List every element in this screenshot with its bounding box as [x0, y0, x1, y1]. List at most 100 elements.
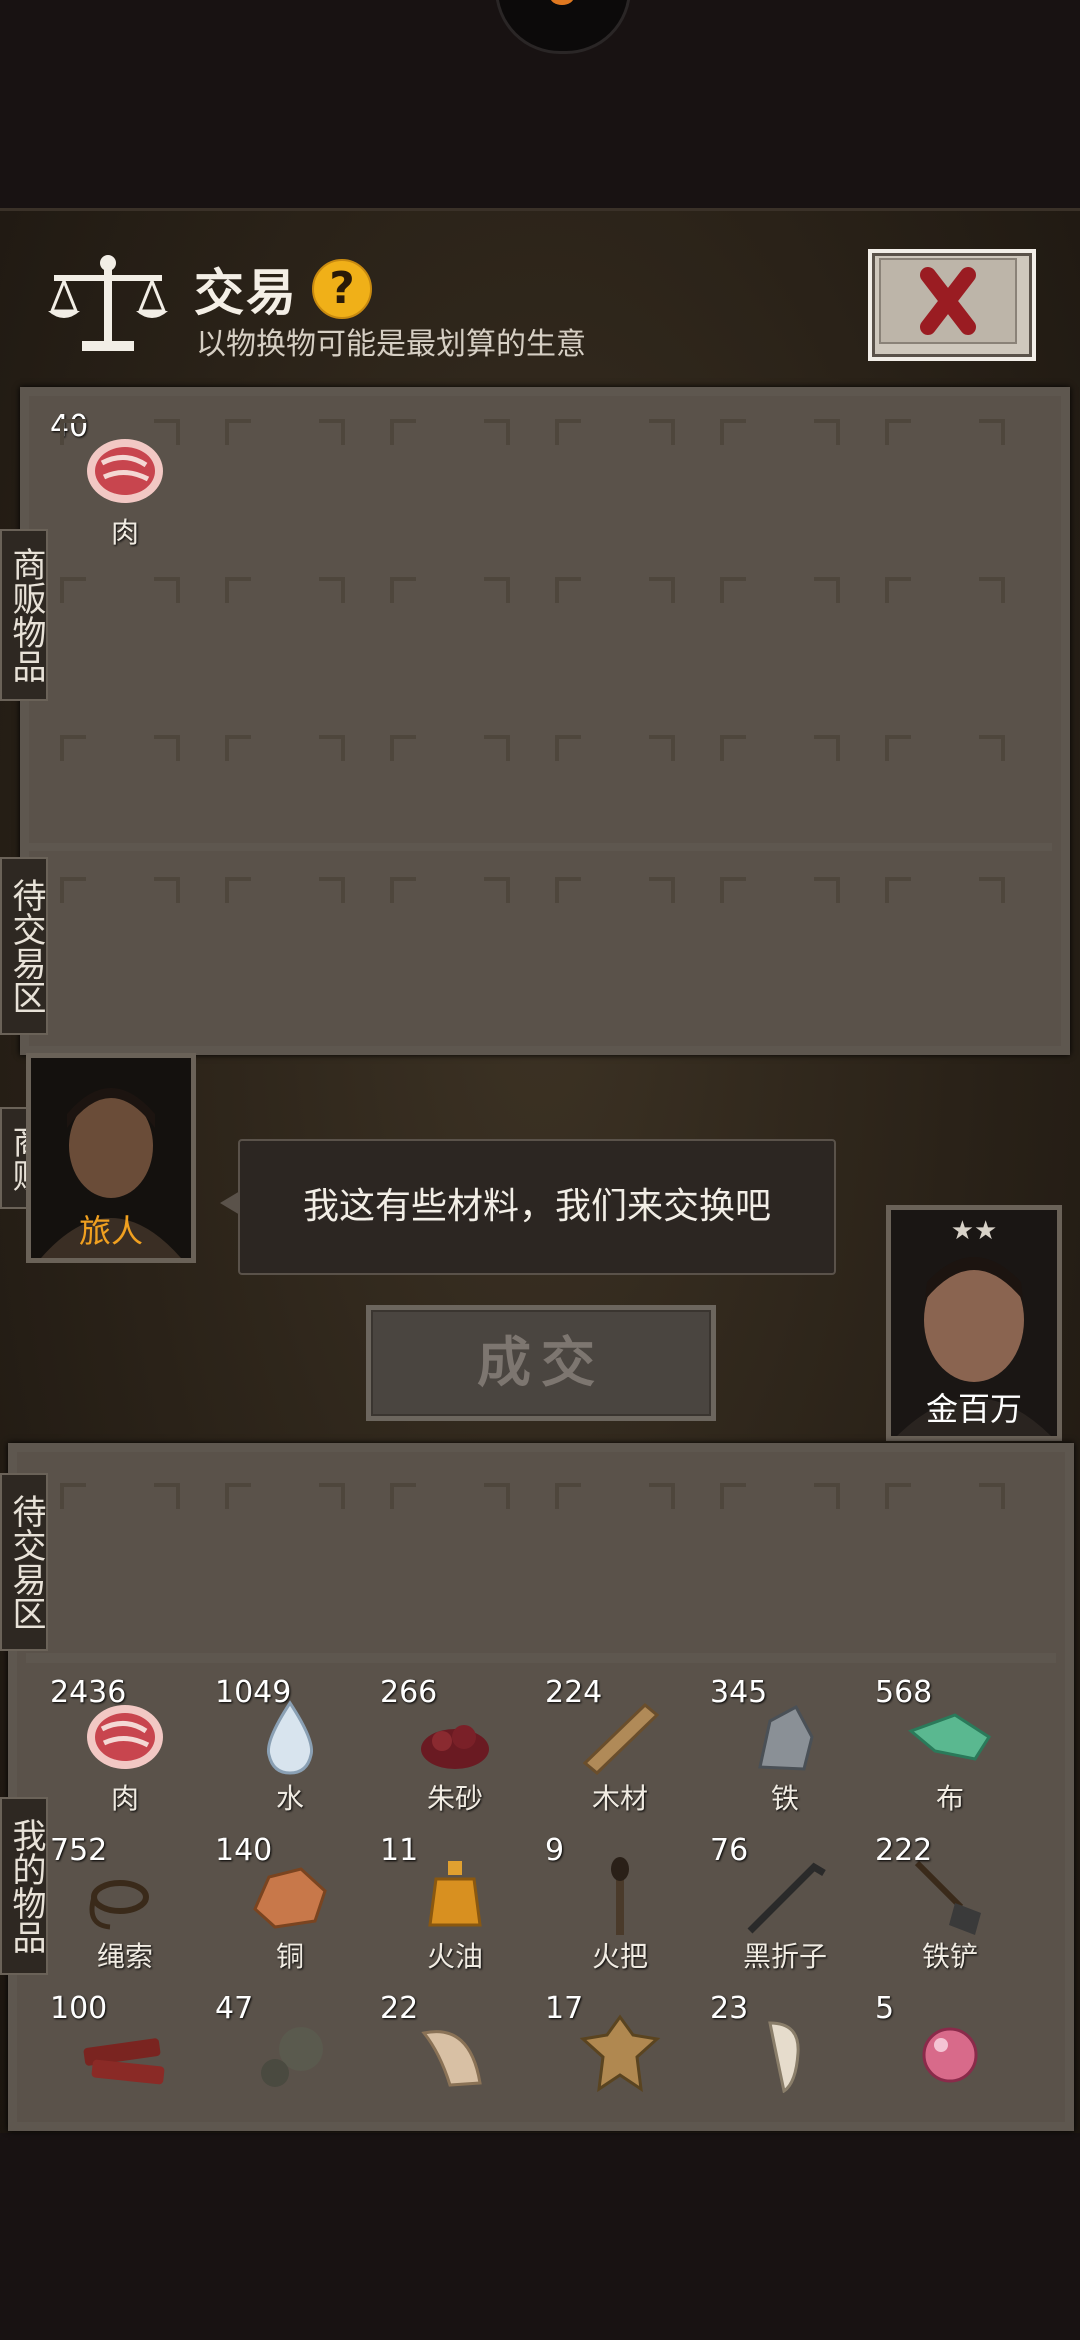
oil-bottle-icon	[428, 1861, 482, 1927]
item-count: 222	[875, 1833, 933, 1868]
inventory-slot[interactable]: 752 绳索	[50, 1833, 200, 1983]
grid-cell	[710, 409, 850, 549]
crowbar-icon	[747, 1862, 826, 1934]
inventory-slot[interactable]: 140 铜	[215, 1833, 365, 1983]
item-name: 布	[935, 1782, 964, 1815]
inventory-slot[interactable]: 47	[215, 1991, 365, 2141]
page-subtitle: 以物换物可能是最划算的生意	[196, 327, 586, 362]
trade-panel: 交易 ? 以物换物可能是最划算的生意 商贩物品 40肉 待交易区 商贩 旅人 我…	[0, 208, 1080, 2133]
item-count: 76	[710, 1833, 749, 1868]
item-count: 140	[215, 1833, 273, 1868]
merchant-dialogue: 我这有些材料，我们来交换吧	[238, 1139, 836, 1275]
item-name: 铜	[275, 1940, 304, 1973]
pearl-icon	[922, 2027, 978, 2083]
player-name: 金百万	[925, 1390, 1022, 1428]
grid-cell	[710, 867, 850, 1007]
close-icon	[879, 258, 1017, 344]
merchant-pending-label-text: 待交易区	[6, 878, 46, 1014]
grid-cell	[545, 1473, 685, 1613]
inventory-slot[interactable]: 76 黑折子	[710, 1833, 860, 1983]
grid-cell	[875, 567, 1015, 707]
speech-tail	[220, 1191, 240, 1215]
horn-icon	[421, 2030, 482, 2087]
merchant-portrait[interactable]: 旅人	[26, 1053, 196, 1263]
inventory-slot[interactable]: 17	[545, 1991, 695, 2141]
item-count: 2436	[50, 1675, 127, 1710]
tooth-icon	[768, 2021, 800, 2093]
grid-cell	[545, 867, 685, 1007]
inventory-slot[interactable]: 345 铁	[710, 1675, 860, 1825]
grid-cell	[380, 567, 520, 707]
grid-cell	[50, 409, 190, 549]
item-count: 1049	[215, 1675, 292, 1710]
player-portrait[interactable]: ★★ 金百万	[886, 1205, 1062, 1441]
my-pending-label: 待交易区	[0, 1473, 48, 1651]
grid-cell	[215, 567, 355, 707]
grid-cell	[875, 1473, 1015, 1613]
item-count: 9	[545, 1833, 565, 1868]
grid-cell	[545, 725, 685, 865]
inventory-slot[interactable]: 5	[875, 1991, 1025, 2141]
close-button[interactable]	[868, 249, 1036, 361]
grid-cell	[380, 1473, 520, 1613]
my-grid-divider	[26, 1653, 1056, 1663]
my-pending-label-text: 待交易区	[6, 1494, 46, 1630]
item-count: 100	[50, 1991, 108, 2026]
inventory-slot[interactable]: 2436 肉	[50, 1675, 200, 1825]
grid-cell	[215, 1473, 355, 1613]
item-count: 5	[875, 1991, 895, 2026]
grid-cell	[50, 567, 190, 707]
grid-cell	[875, 409, 1015, 549]
notch-dot	[550, 0, 574, 5]
grid-cell	[215, 725, 355, 865]
item-name: 肉	[110, 1782, 139, 1815]
gourd-icon	[261, 2027, 323, 2087]
deal-button[interactable]: 成交	[366, 1305, 716, 1421]
inventory-slot[interactable]: 568 布	[875, 1675, 1025, 1825]
item-count: 11	[380, 1833, 419, 1868]
page-title: 交易	[194, 264, 298, 322]
item-name: 水	[275, 1782, 304, 1815]
item-count: 568	[875, 1675, 933, 1710]
grid-cell	[545, 409, 685, 549]
item-count: 224	[545, 1675, 603, 1710]
item-count: 752	[50, 1833, 108, 1868]
item-count: 345	[710, 1675, 768, 1710]
grid-cell	[710, 567, 850, 707]
inventory-slot[interactable]: 9 火把	[545, 1833, 695, 1983]
balance-scale-icon	[48, 255, 168, 351]
item-count: 266	[380, 1675, 438, 1710]
inventory-slot[interactable]: 266 朱砂	[380, 1675, 530, 1825]
inventory-slot[interactable]: 11 火油	[380, 1833, 530, 1983]
inventory-slot[interactable]: 22	[380, 1991, 530, 2141]
grid-cell	[875, 725, 1015, 865]
merchant-goods-label: 商贩物品	[0, 529, 48, 701]
item-count: 23	[710, 1991, 749, 2026]
grid-cell	[380, 867, 520, 1007]
grid-cell	[50, 725, 190, 865]
torch-icon	[611, 1857, 629, 1935]
grid-cell	[710, 725, 850, 865]
help-icon[interactable]: ?	[312, 259, 372, 319]
inventory-slot[interactable]: 100	[50, 1991, 200, 2141]
merchant-goods-label-text: 商贩物品	[6, 547, 46, 683]
grid-cell	[710, 1473, 850, 1613]
merchant-name: 旅人	[78, 1212, 143, 1250]
inventory-slot[interactable]: 1049 水	[215, 1675, 365, 1825]
grid-cell	[50, 867, 190, 1007]
grid-cell	[215, 867, 355, 1007]
grid-cell	[50, 1473, 190, 1613]
inventory-slot[interactable]: 23	[710, 1991, 860, 2141]
grid-cell	[215, 409, 355, 549]
player-stars: ★★	[950, 1216, 998, 1246]
grid-cell	[380, 725, 520, 865]
item-count: 47	[215, 1991, 254, 2026]
item-name: 绳索	[96, 1940, 153, 1973]
my-goods-label-text: 我的物品	[6, 1818, 46, 1954]
inventory-slot[interactable]: 222 铁铲	[875, 1833, 1025, 1983]
merchant-pending-label: 待交易区	[0, 857, 48, 1035]
grid-cell	[875, 867, 1015, 1007]
inventory-slot[interactable]: 224 木材	[545, 1675, 695, 1825]
my-goods-label: 我的物品	[0, 1797, 48, 1975]
item-name: 火油	[426, 1940, 483, 1973]
